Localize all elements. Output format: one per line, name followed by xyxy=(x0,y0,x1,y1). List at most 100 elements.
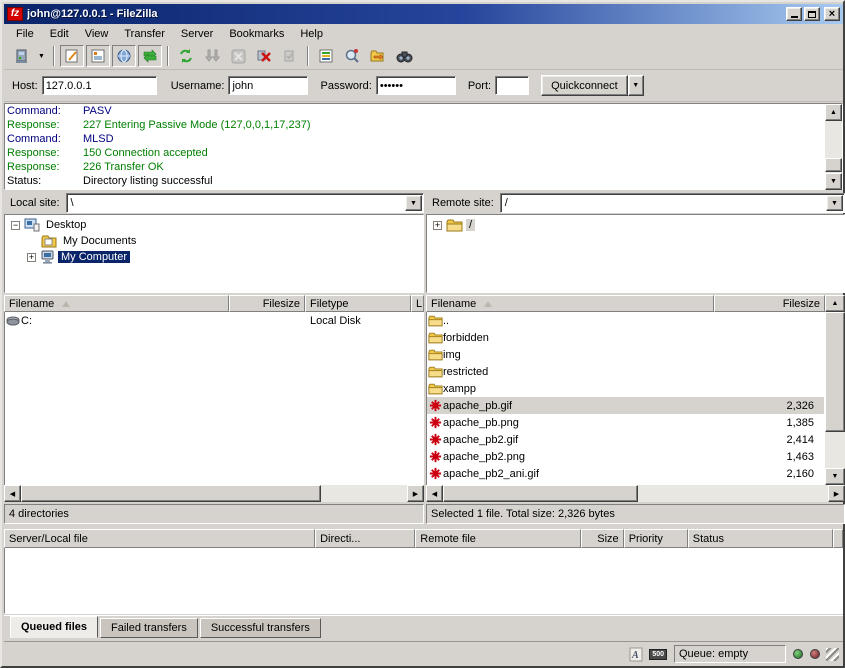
username-label: Username: xyxy=(171,80,225,92)
tab-successful-transfers[interactable]: Successful transfers xyxy=(200,618,321,638)
log-scrollbar-thumb[interactable] xyxy=(825,158,842,172)
remote-hscrollbar-track[interactable] xyxy=(638,485,828,502)
menu-server[interactable]: Server xyxy=(173,26,221,42)
queue-col-remote-file[interactable]: Remote file xyxy=(415,529,581,548)
log-scroll-down-button[interactable]: ▼ xyxy=(825,173,842,190)
synchronized-browsing-button[interactable] xyxy=(392,45,416,67)
remote-scroll-down-button[interactable]: ▼ xyxy=(825,468,845,485)
port-input[interactable] xyxy=(495,76,529,95)
disconnect-button[interactable] xyxy=(252,45,276,67)
file-search-button[interactable] xyxy=(340,45,364,67)
menu-transfer[interactable]: Transfer xyxy=(116,26,173,42)
bottom-statusbar: A 500 Queue: empty xyxy=(4,641,843,666)
remote-file-row-selected[interactable]: apache_pb.gif 2,326 xyxy=(427,397,824,414)
password-input[interactable] xyxy=(376,76,456,95)
remote-scroll-left-button[interactable]: ◀ xyxy=(426,485,443,502)
remote-site-bar: Remote site: / ▼ xyxy=(426,192,845,214)
collapse-icon[interactable]: − xyxy=(11,221,20,230)
tree-item-my-documents[interactable]: My Documents xyxy=(5,233,423,249)
queue-col-server-local-file[interactable]: Server/Local file xyxy=(4,529,315,548)
username-input[interactable] xyxy=(228,76,308,95)
queue-col-priority[interactable]: Priority xyxy=(624,529,688,548)
toggle-remote-tree-button[interactable] xyxy=(112,45,136,67)
local-col-filesize[interactable]: Filesize xyxy=(229,295,305,312)
local-site-combo[interactable]: \ ▼ xyxy=(66,193,424,213)
local-col-lastmodified[interactable]: L xyxy=(411,295,424,312)
cancel-operation-button[interactable] xyxy=(226,45,250,67)
resize-grip-icon[interactable] xyxy=(826,648,839,661)
local-col-filename[interactable]: Filename xyxy=(4,295,229,312)
remote-file-row[interactable]: .. xyxy=(427,312,824,329)
log-line: Command:PASV xyxy=(5,104,842,118)
remote-file-row[interactable]: forbidden xyxy=(427,329,824,346)
compare-directories-button[interactable] xyxy=(366,45,390,67)
tree-item-my-computer[interactable]: + My Computer xyxy=(5,249,423,265)
menu-bookmarks[interactable]: Bookmarks xyxy=(221,26,292,42)
folder-icon xyxy=(428,383,443,395)
refresh-button[interactable] xyxy=(174,45,198,67)
queue-col-size[interactable]: Size xyxy=(581,529,623,548)
toggle-message-log-button[interactable] xyxy=(60,45,84,67)
log-scroll-up-button[interactable]: ▲ xyxy=(825,104,842,121)
directory-filter-button[interactable] xyxy=(314,45,338,67)
password-label: Password: xyxy=(320,80,371,92)
tree-item-desktop[interactable]: − Desktop xyxy=(5,217,423,233)
toggle-local-tree-button[interactable] xyxy=(86,45,110,67)
queue-header: Server/Local file Directi... Remote file… xyxy=(4,529,843,548)
process-queue-button[interactable] xyxy=(200,45,224,67)
expand-icon[interactable]: + xyxy=(27,253,36,262)
local-scroll-left-button[interactable]: ◀ xyxy=(4,485,21,502)
local-file-row[interactable]: C: Local Disk xyxy=(5,312,423,329)
menu-help[interactable]: Help xyxy=(292,26,331,42)
local-col-filetype[interactable]: Filetype xyxy=(305,295,411,312)
remote-hscrollbar-thumb[interactable] xyxy=(443,485,638,502)
local-scroll-right-button[interactable]: ▶ xyxy=(407,485,424,502)
remote-file-row[interactable]: restricted xyxy=(427,363,824,380)
remote-file-row[interactable]: xampp xyxy=(427,380,824,397)
queue-col-status[interactable]: Status xyxy=(688,529,833,548)
remote-scrollbar-track[interactable] xyxy=(825,432,845,468)
local-hscrollbar-track[interactable] xyxy=(321,485,407,502)
remote-scroll-right-button[interactable]: ▶ xyxy=(828,485,845,502)
menu-file[interactable]: File xyxy=(8,26,42,42)
expand-icon[interactable]: + xyxy=(433,221,442,230)
remote-site-dropdown-icon[interactable]: ▼ xyxy=(826,195,843,211)
local-directory-tree: − Desktop My Documents + My Compu xyxy=(4,214,424,293)
local-treeview-icon xyxy=(90,48,106,64)
menu-edit[interactable]: Edit xyxy=(42,26,77,42)
local-hscrollbar-thumb[interactable] xyxy=(21,485,321,502)
minimize-button[interactable] xyxy=(786,7,802,21)
quickconnect-dropdown-button[interactable]: ▼ xyxy=(628,75,644,96)
transfer-queue-icon xyxy=(142,48,158,64)
toggle-transfer-queue-button[interactable] xyxy=(138,45,162,67)
port-label: Port: xyxy=(468,80,491,92)
site-manager-dropdown-button[interactable]: ▼ xyxy=(35,45,48,67)
tab-queued-files[interactable]: Queued files xyxy=(10,616,98,638)
remote-file-row[interactable]: apache_pb2.gif 2,414 xyxy=(427,431,824,448)
speed-limit-icon[interactable]: 500 xyxy=(649,649,667,660)
remote-col-filesize[interactable]: Filesize xyxy=(714,295,825,312)
remote-file-row[interactable]: img xyxy=(427,346,824,363)
remote-file-row[interactable]: apache_pb2.png 1,463 xyxy=(427,448,824,465)
remote-file-list: .. forbidden img restricted xampp apache… xyxy=(426,312,825,485)
quickconnect-button[interactable]: Quickconnect xyxy=(541,75,628,96)
queue-col-direction[interactable]: Directi... xyxy=(315,529,415,548)
local-site-dropdown-icon[interactable]: ▼ xyxy=(405,195,422,211)
file-size: 2,326 xyxy=(724,400,824,412)
remote-site-combo[interactable]: / ▼ xyxy=(500,193,845,213)
host-input[interactable] xyxy=(42,76,157,95)
tree-item-root[interactable]: + / xyxy=(427,217,844,233)
site-manager-button[interactable] xyxy=(9,45,33,67)
sort-asc-icon xyxy=(484,301,492,307)
remote-scrollbar-thumb[interactable] xyxy=(825,312,845,432)
close-button[interactable]: × xyxy=(824,7,840,21)
remote-file-row[interactable]: apache_pb.png 1,385 xyxy=(427,414,824,431)
remote-directory-tree: + / xyxy=(426,214,845,293)
reconnect-button[interactable] xyxy=(278,45,302,67)
remote-col-filename[interactable]: Filename xyxy=(426,295,714,312)
remote-file-row[interactable]: apache_pb2_ani.gif 2,160 xyxy=(427,465,824,482)
remote-scroll-up-button[interactable]: ▲ xyxy=(825,295,845,312)
tab-failed-transfers[interactable]: Failed transfers xyxy=(100,618,198,638)
maximize-button[interactable] xyxy=(804,7,820,21)
menu-view[interactable]: View xyxy=(77,26,117,42)
